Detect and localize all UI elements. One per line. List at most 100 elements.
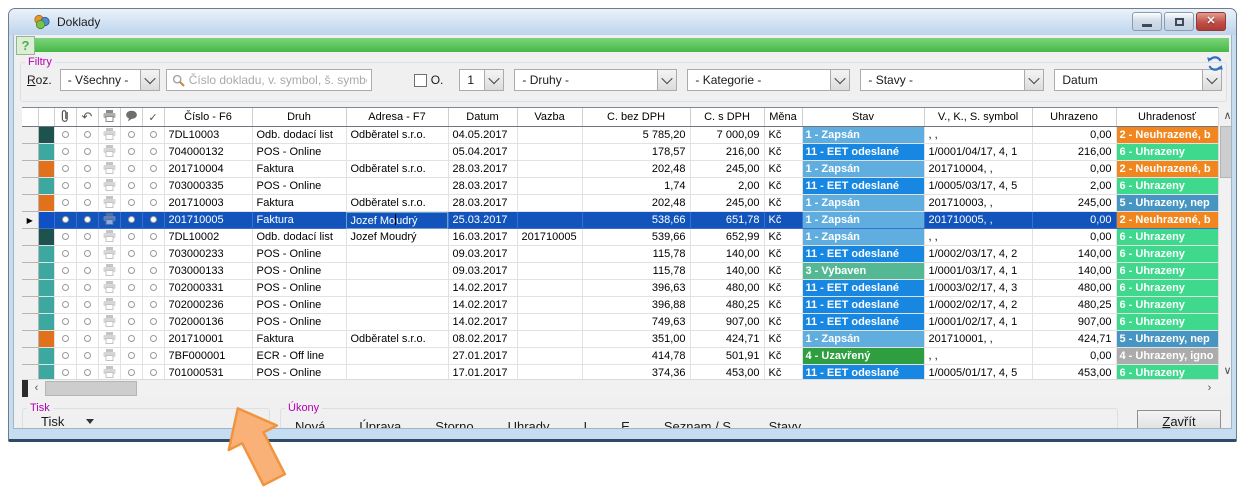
check-cell bbox=[142, 246, 164, 263]
scroll-right-icon[interactable]: › bbox=[1201, 380, 1218, 397]
page-select[interactable]: 1 bbox=[459, 69, 504, 91]
col-datum[interactable]: Datum bbox=[448, 108, 517, 127]
cell-s-dph: 245,00 bbox=[690, 195, 764, 212]
datum-select[interactable]: Datum bbox=[1054, 69, 1222, 91]
chevron-down-icon[interactable] bbox=[830, 70, 849, 90]
chevron-down-icon[interactable] bbox=[484, 70, 503, 90]
table-row[interactable]: 7DL10002Odb. dodací listJozef Moudrý16.0… bbox=[22, 229, 1218, 246]
minimize-icon bbox=[1142, 24, 1152, 27]
refresh-icon[interactable] bbox=[1205, 54, 1225, 73]
cell-adresa-edit[interactable]: Jozef Moudrý bbox=[346, 212, 448, 229]
seznam-button[interactable]: Seznam / S. bbox=[664, 419, 735, 430]
chevron-down-icon[interactable] bbox=[657, 70, 676, 90]
col-uhrazeno[interactable]: Uhrazeno bbox=[1032, 108, 1116, 127]
cell-uhradenost: 2 - Neuhrazené, b bbox=[1116, 161, 1218, 178]
nova-button[interactable]: Nová bbox=[295, 419, 325, 430]
chevron-down-icon[interactable] bbox=[1024, 70, 1043, 90]
cell-stav: 11 - EET odeslané bbox=[802, 365, 924, 381]
cell-datum: 14.02.2017 bbox=[448, 297, 517, 314]
horizontal-scrollbar[interactable]: ‹ › bbox=[22, 379, 1218, 396]
cell-stav: 11 - EET odeslané bbox=[802, 297, 924, 314]
flag-dot-icon bbox=[62, 335, 69, 342]
kategorie-select[interactable]: - Kategorie - bbox=[687, 69, 850, 91]
table-row[interactable]: ▶201710005FakturaJozef Moudrý25.03.20175… bbox=[22, 212, 1218, 229]
payment-status-badge: 6 - Uhrazeny bbox=[1117, 263, 1218, 279]
search-input[interactable] bbox=[185, 73, 371, 87]
flag-dot-icon bbox=[62, 131, 69, 138]
flag-dot-icon bbox=[150, 301, 157, 308]
status-badge: 1 - Zapsán bbox=[803, 161, 924, 177]
horizontal-scroll-thumb[interactable] bbox=[45, 381, 137, 396]
table-row[interactable]: 703000133POS - Online09.03.2017115,78140… bbox=[22, 263, 1218, 280]
col-s-dph[interactable]: C. s DPH bbox=[690, 108, 764, 127]
cell-uhradenost: 2 - Neuhrazené, b bbox=[1116, 212, 1218, 229]
close-button[interactable]: ✕ bbox=[1196, 12, 1226, 31]
col-druh[interactable]: Druh bbox=[252, 108, 346, 127]
col-adresa[interactable]: Adresa - F7 bbox=[346, 108, 448, 127]
uprava-button[interactable]: Úprava bbox=[359, 419, 401, 430]
table-row[interactable]: 704000132POS - Online05.04.2017178,57216… bbox=[22, 144, 1218, 161]
cell-vks: 1/0002/03/17, 4, 2 bbox=[924, 246, 1032, 263]
comment-cell bbox=[120, 246, 142, 263]
druhy-select[interactable]: - Druhy - bbox=[514, 69, 677, 91]
table-row[interactable]: 703000335POS - Online28.03.20171,742,00K… bbox=[22, 178, 1218, 195]
flag-dot-icon bbox=[84, 182, 91, 189]
table-row[interactable]: 701000531POS - Online17.01.2017374,36453… bbox=[22, 365, 1218, 381]
cell-cislo: 702000331 bbox=[164, 280, 252, 297]
cell-druh: POS - Online bbox=[252, 144, 346, 161]
printer-cell bbox=[98, 365, 120, 381]
search-box[interactable] bbox=[166, 69, 372, 91]
rozsah-select[interactable]: - Všechny - bbox=[60, 69, 160, 91]
col-stav[interactable]: Stav bbox=[802, 108, 924, 127]
col-vazba[interactable]: Vazba bbox=[517, 108, 582, 127]
titlebar[interactable]: Doklady ✕ bbox=[9, 9, 1236, 35]
table-row[interactable]: 7DL10003Odb. dodací listOdběratel s.r.o.… bbox=[22, 127, 1218, 144]
col-uhradenost[interactable]: Uhradenosť bbox=[1116, 108, 1218, 127]
undo-cell bbox=[76, 280, 98, 297]
col-vks[interactable]: V., K., S. symbol bbox=[924, 108, 1032, 127]
table-row[interactable]: 7BF000001ECR - Off line27.01.2017414,785… bbox=[22, 348, 1218, 365]
header-row[interactable]: ↶ ✓ Číslo - F6 Druh Adresa - F7 Datum Va… bbox=[22, 108, 1218, 127]
text-caret bbox=[395, 214, 396, 225]
table-row[interactable]: 703000233POS - Online09.03.2017115,78140… bbox=[22, 246, 1218, 263]
vertical-scroll-thumb[interactable] bbox=[1220, 126, 1232, 178]
status-badge: 1 - Zapsán bbox=[803, 331, 924, 347]
scroll-up-icon[interactable]: ∧ bbox=[1219, 107, 1232, 124]
vertical-scrollbar[interactable]: ∧ ∨ bbox=[1218, 107, 1232, 379]
table-row[interactable]: 201710001FakturaOdběratel s.r.o.08.02.20… bbox=[22, 331, 1218, 348]
payment-status-badge: 2 - Neuhrazené, b bbox=[1117, 161, 1218, 177]
maximize-button[interactable] bbox=[1164, 12, 1194, 31]
flag-dot-icon bbox=[84, 352, 91, 359]
print-button[interactable]: Tisk bbox=[41, 414, 269, 429]
flag-dot-icon bbox=[62, 284, 69, 291]
i-button[interactable]: I bbox=[584, 419, 588, 430]
flag-dot-icon bbox=[128, 165, 135, 172]
flag-dot-icon bbox=[128, 301, 135, 308]
col-cislo[interactable]: Číslo - F6 bbox=[164, 108, 252, 127]
undo-cell bbox=[76, 144, 98, 161]
table-row[interactable]: 702000331POS - Online14.02.2017396,63480… bbox=[22, 280, 1218, 297]
col-bez-dph[interactable]: C. bez DPH bbox=[582, 108, 690, 127]
col-mena[interactable]: Měna bbox=[764, 108, 802, 127]
zavrit-button[interactable]: Zavřít bbox=[1137, 410, 1221, 429]
storno-button[interactable]: Storno bbox=[435, 419, 473, 430]
minimize-button[interactable] bbox=[1132, 12, 1162, 31]
table-row[interactable]: 702000136POS - Online14.02.2017749,63907… bbox=[22, 314, 1218, 331]
table-row[interactable]: 201710003FakturaOdběratel s.r.o.28.03.20… bbox=[22, 195, 1218, 212]
e-button[interactable]: E bbox=[621, 419, 630, 430]
chevron-down-icon[interactable] bbox=[140, 70, 159, 90]
stavy-select[interactable]: - Stavy - bbox=[860, 69, 1044, 91]
scroll-down-icon[interactable]: ∨ bbox=[1219, 362, 1232, 379]
chevron-down-icon[interactable] bbox=[1202, 70, 1221, 90]
table-row[interactable]: 201710004FakturaOdběratel s.r.o.28.03.20… bbox=[22, 161, 1218, 178]
help-button[interactable]: ? bbox=[16, 36, 35, 55]
cell-vazba bbox=[517, 331, 582, 348]
table-row[interactable]: 702000236POS - Online14.02.2017396,88480… bbox=[22, 297, 1218, 314]
uhrady-button[interactable]: Uhrady bbox=[508, 419, 550, 430]
scroll-left-icon[interactable]: ‹ bbox=[28, 380, 45, 397]
row-selector bbox=[22, 246, 38, 263]
o-checkbox[interactable] bbox=[414, 74, 427, 87]
cell-druh: ECR - Off line bbox=[252, 348, 346, 365]
flag-dot-icon bbox=[84, 131, 91, 138]
stavy-button[interactable]: Stavy bbox=[769, 419, 802, 430]
